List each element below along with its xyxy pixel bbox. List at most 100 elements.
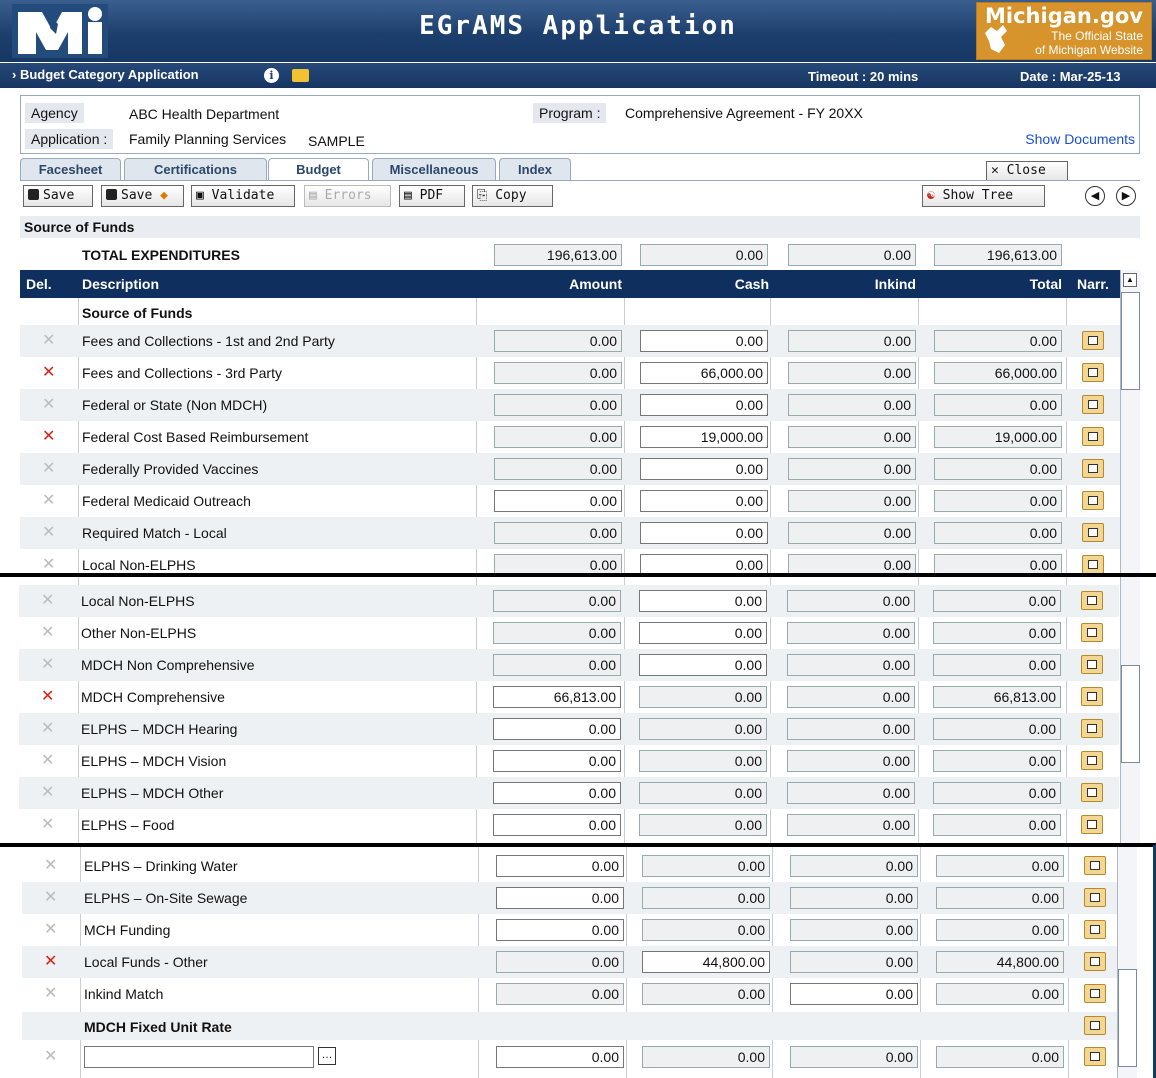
total-field: 0.00 <box>933 750 1061 772</box>
amount-field[interactable]: 0.00 <box>493 782 621 804</box>
copy-button[interactable]: ⎘ Copy <box>472 185 553 207</box>
amount-field[interactable]: 0.00 <box>496 887 624 909</box>
previous-icon[interactable]: ◀ <box>1085 186 1105 206</box>
cash-field[interactable]: 0.00 <box>640 490 768 512</box>
narrative-icon[interactable] <box>1081 751 1103 770</box>
amount-field[interactable]: 0.00 <box>496 855 624 877</box>
narrative-icon[interactable] <box>1082 459 1104 478</box>
show-tree-button[interactable]: ☯ Show Tree <box>922 185 1045 207</box>
narrative-icon[interactable] <box>1084 984 1106 1003</box>
narrative-icon[interactable] <box>1082 427 1104 446</box>
amount-field[interactable]: 0.00 <box>493 718 621 740</box>
cash-field[interactable]: 0.00 <box>639 654 767 676</box>
amount-field[interactable]: 0.00 <box>494 490 622 512</box>
narrative-icon[interactable] <box>1082 555 1104 574</box>
save-and-next-button[interactable]: Save ◆ <box>101 185 184 207</box>
scrollbar[interactable] <box>1117 847 1137 1078</box>
section-heading: Source of Funds <box>82 305 193 321</box>
amount-field[interactable]: 0.00 <box>496 919 624 941</box>
total-field: 0.00 <box>936 855 1064 877</box>
narrative-icon[interactable] <box>1084 920 1106 939</box>
amount-field: 0.00 <box>496 983 624 1005</box>
narrative-icon[interactable] <box>1082 491 1104 510</box>
table-row: ✕ Federal Medicaid Outreach 0.00 0.00 0.00 0.… <box>20 485 1120 517</box>
narrative-icon[interactable] <box>1084 1016 1106 1035</box>
narrative-icon[interactable] <box>1084 888 1106 907</box>
cash-field: 0.00 <box>642 1046 770 1068</box>
cash-field[interactable]: 0.00 <box>640 522 768 544</box>
total-field: 0.00 <box>933 654 1061 676</box>
next-icon[interactable]: ▶ <box>1116 186 1136 206</box>
table-row: ✕ ELPHS – MDCH Hearing 0.00 0.00 0.00 0.00 <box>19 713 1119 745</box>
narrative-icon[interactable] <box>1084 952 1106 971</box>
amount-field[interactable]: 0.00 <box>493 750 621 772</box>
scroll-thumb[interactable] <box>1118 969 1137 1067</box>
cash-field[interactable]: 0.00 <box>640 394 768 416</box>
amount-field: 0.00 <box>496 951 624 973</box>
fixed-unit-rate-input[interactable] <box>84 1046 314 1068</box>
cash-field[interactable]: 0.00 <box>640 458 768 480</box>
cash-field[interactable]: 0.00 <box>639 590 767 612</box>
show-documents-link[interactable]: Show Documents <box>1025 131 1135 147</box>
total-amount: 196,613.00 <box>494 244 622 266</box>
narrative-icon[interactable] <box>1082 523 1104 542</box>
pdf-button[interactable]: ▤ PDF <box>399 185 465 207</box>
row-description: Fees and Collections - 3rd Party <box>82 365 282 381</box>
delete-icon[interactable]: ✕ <box>41 686 54 706</box>
tab-budget[interactable]: Budget <box>268 158 369 180</box>
table-row: ✕ Federal or State (Non MDCH) 0.00 0.00 0.00… <box>20 389 1120 421</box>
narrative-icon[interactable] <box>1082 395 1104 414</box>
cash-field[interactable]: 44,800.00 <box>642 951 770 973</box>
cash-field: 0.00 <box>639 686 767 708</box>
total-field: 0.00 <box>933 782 1061 804</box>
delete-icon: ✕ <box>41 656 55 673</box>
narrative-icon[interactable] <box>1081 655 1103 674</box>
cash-field[interactable]: 0.00 <box>639 622 767 644</box>
narrative-icon[interactable] <box>1081 783 1103 802</box>
narrative-icon[interactable] <box>1081 623 1103 642</box>
delete-icon: ✕ <box>41 784 55 801</box>
narrative-icon[interactable] <box>1081 719 1103 738</box>
narrative-icon[interactable] <box>1084 1047 1106 1066</box>
help-book-icon[interactable] <box>292 69 309 82</box>
table-row: ✕ ELPHS – Food 0.00 0.00 0.00 0.00 <box>19 809 1119 841</box>
cash-field[interactable]: 19,000.00 <box>640 426 768 448</box>
tab-index[interactable]: Index <box>499 158 571 180</box>
tab-certifications[interactable]: Certifications <box>124 158 267 180</box>
close-button[interactable]: ✕ Close <box>986 161 1068 181</box>
michigan-gov-badge[interactable]: Michigan.gov The Official State of Michig… <box>976 2 1152 60</box>
scrollbar[interactable] <box>1120 577 1140 843</box>
amount-field: 0.00 <box>493 654 621 676</box>
amount-field[interactable]: 0.00 <box>493 814 621 836</box>
narrative-icon[interactable] <box>1084 856 1106 875</box>
scroll-thumb[interactable] <box>1121 665 1140 763</box>
tab-miscellaneous[interactable]: Miscellaneous <box>372 158 496 180</box>
delete-icon[interactable]: ✕ <box>42 362 55 382</box>
narrative-icon[interactable] <box>1081 687 1103 706</box>
cash-field[interactable]: 0.00 <box>640 330 768 352</box>
scroll-up-icon[interactable]: ▲ <box>1123 273 1137 287</box>
lookup-button[interactable]: … <box>318 1047 336 1065</box>
cash-field: 0.00 <box>639 814 767 836</box>
scroll-thumb[interactable] <box>1121 292 1140 390</box>
narrative-icon[interactable] <box>1082 363 1104 382</box>
amount-field[interactable]: 0.00 <box>496 1046 624 1068</box>
delete-icon[interactable]: ✕ <box>44 951 57 971</box>
validate-button[interactable]: ▣ Validate <box>191 185 295 207</box>
tab-facesheet[interactable]: Facesheet <box>20 158 121 180</box>
amount-field[interactable]: 66,813.00 <box>493 686 621 708</box>
row-description: MCH Funding <box>84 922 171 938</box>
narrative-icon[interactable] <box>1081 815 1103 834</box>
inkind-field: 0.00 <box>787 718 915 740</box>
save-button[interactable]: Save <box>23 185 93 207</box>
inkind-field[interactable]: 0.00 <box>790 983 918 1005</box>
scrollbar[interactable]: ▲ <box>1120 270 1140 573</box>
narrative-icon[interactable] <box>1082 331 1104 350</box>
total-field: 0.00 <box>933 622 1061 644</box>
info-icon[interactable]: i <box>264 68 279 83</box>
delete-icon[interactable]: ✕ <box>42 426 55 446</box>
inkind-field: 0.00 <box>787 590 915 612</box>
cash-field[interactable]: 66,000.00 <box>640 362 768 384</box>
section-heading-row: MDCH Fixed Unit Rate <box>22 1012 1122 1040</box>
narrative-icon[interactable] <box>1081 591 1103 610</box>
